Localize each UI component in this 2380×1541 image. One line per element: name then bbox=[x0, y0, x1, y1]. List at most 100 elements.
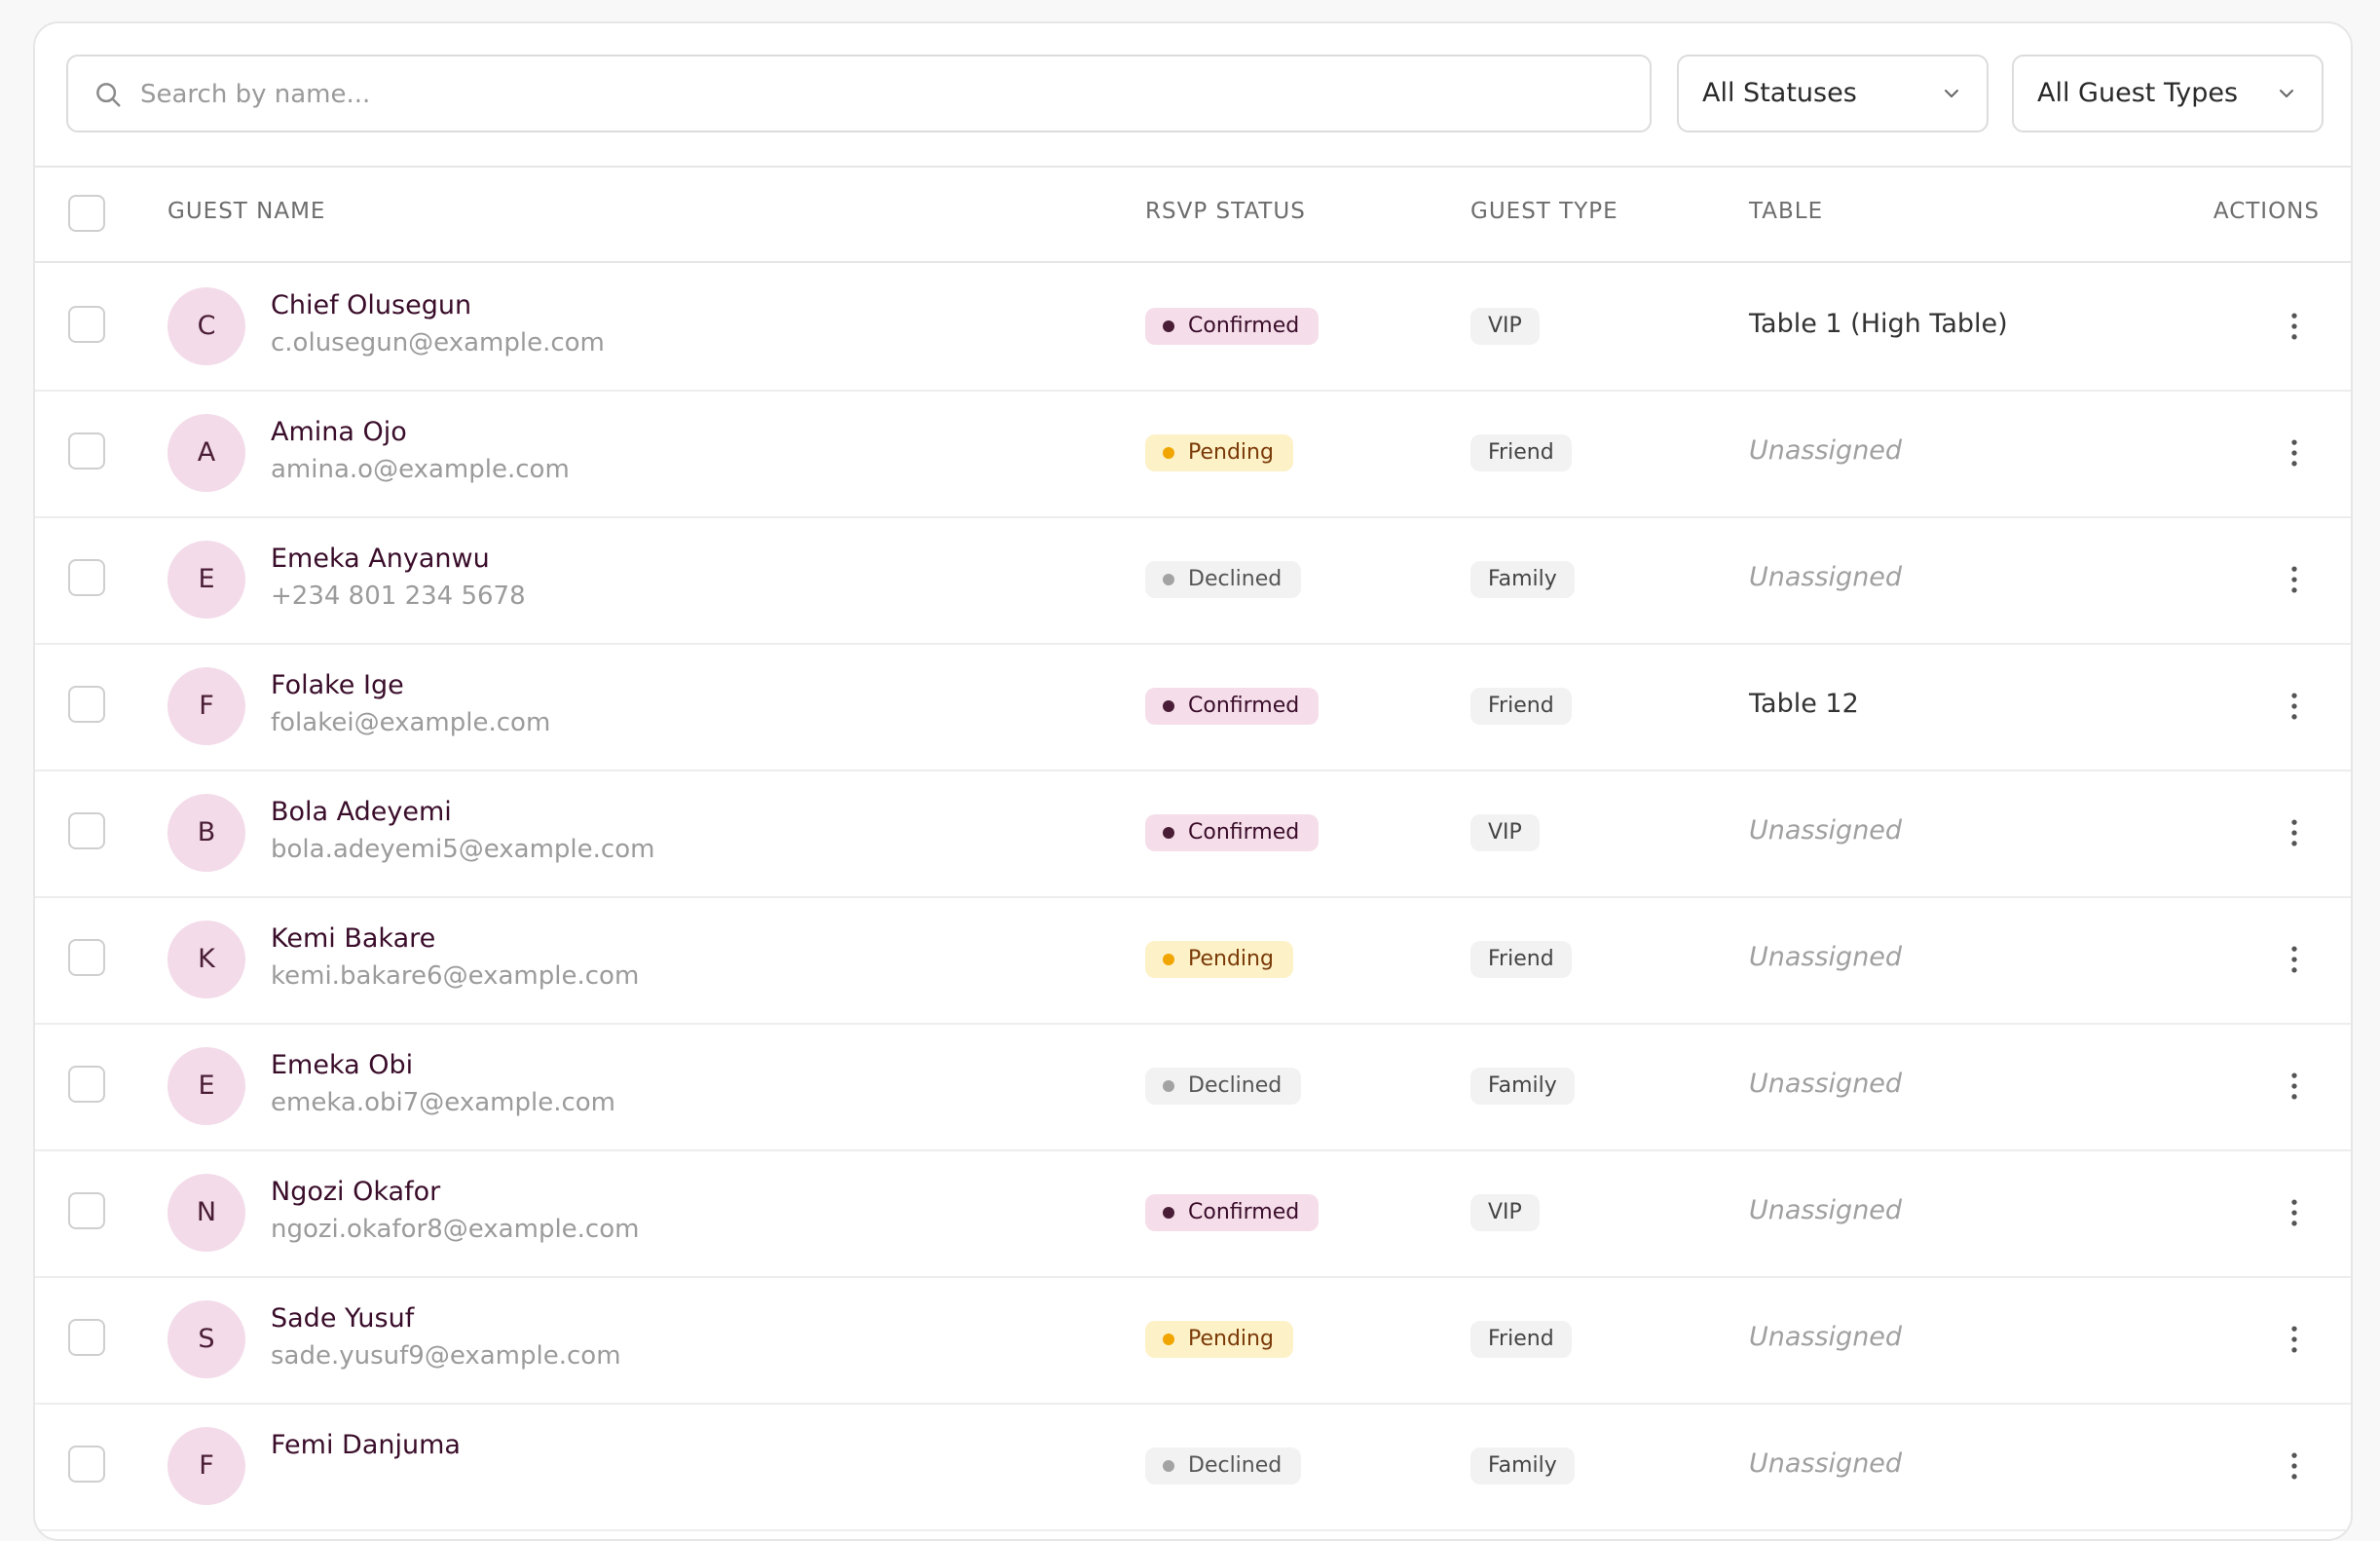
rsvp-status-label: Declined bbox=[1188, 1073, 1283, 1098]
row-checkbox[interactable] bbox=[68, 812, 105, 849]
avatar: N bbox=[167, 1174, 245, 1252]
row-actions-button[interactable] bbox=[2275, 560, 2314, 599]
row-checkbox[interactable] bbox=[68, 559, 105, 596]
guest-contact: amina.o@example.com bbox=[271, 455, 570, 484]
guest-name: Amina Ojo bbox=[271, 417, 407, 447]
row-checkbox[interactable] bbox=[68, 686, 105, 723]
guest-list-card: All Statuses All Guest Types GUEST NAME … bbox=[33, 21, 2353, 1541]
guest-name: Emeka Obi bbox=[271, 1050, 414, 1080]
table-assignment: Unassigned bbox=[1749, 815, 1903, 846]
table-assignment: Unassigned bbox=[1749, 1195, 1903, 1225]
table-assignment: Table 1 (High Table) bbox=[1749, 309, 2008, 339]
status-dot-icon bbox=[1163, 1334, 1174, 1345]
column-header-guest-name[interactable]: GUEST NAME bbox=[167, 199, 325, 224]
more-vertical-icon bbox=[2291, 566, 2297, 593]
avatar: C bbox=[167, 287, 245, 365]
rsvp-status-label: Confirmed bbox=[1188, 1200, 1300, 1224]
row-actions-button[interactable] bbox=[2275, 433, 2314, 472]
guest-name: Kemi Bakare bbox=[271, 923, 436, 954]
table-row: F Folake Ige folakei@example.com Confirm… bbox=[35, 643, 2351, 771]
status-dot-icon bbox=[1163, 1207, 1174, 1219]
rsvp-status-badge: Confirmed bbox=[1145, 1194, 1320, 1231]
status-dot-icon bbox=[1163, 1080, 1174, 1092]
row-actions-button[interactable] bbox=[2275, 813, 2314, 852]
guest-name: Emeka Anyanwu bbox=[271, 544, 490, 574]
guest-type-filter-select[interactable]: All Guest Types bbox=[2012, 55, 2324, 132]
status-dot-icon bbox=[1163, 700, 1174, 712]
rsvp-status-badge: Pending bbox=[1145, 434, 1293, 471]
guest-type-badge: Friend bbox=[1470, 941, 1572, 978]
row-actions-button[interactable] bbox=[2275, 1320, 2314, 1359]
avatar: S bbox=[167, 1300, 245, 1378]
more-vertical-icon bbox=[2291, 1199, 2297, 1226]
search-box[interactable] bbox=[66, 55, 1652, 132]
row-checkbox[interactable] bbox=[68, 1446, 105, 1483]
guest-name: Femi Danjuma bbox=[271, 1430, 461, 1460]
row-actions-button[interactable] bbox=[2275, 1193, 2314, 1232]
table-row: C Chief Olusegun c.olusegun@example.com … bbox=[35, 263, 2351, 392]
column-header-rsvp-status[interactable]: RSVP STATUS bbox=[1145, 199, 1306, 224]
guest-type-badge: Family bbox=[1470, 1447, 1575, 1485]
rsvp-status-badge: Declined bbox=[1145, 561, 1302, 598]
guest-type-badge: Friend bbox=[1470, 688, 1572, 725]
row-actions-button[interactable] bbox=[2275, 1447, 2314, 1485]
filter-toolbar: All Statuses All Guest Types bbox=[35, 23, 2351, 168]
table-row: F Femi Danjuma Declined Family Unassigne… bbox=[35, 1403, 2351, 1531]
rsvp-status-label: Confirmed bbox=[1188, 314, 1300, 338]
select-all-checkbox[interactable] bbox=[68, 195, 105, 232]
more-vertical-icon bbox=[2291, 313, 2297, 340]
avatar: B bbox=[167, 794, 245, 872]
guest-type-badge: VIP bbox=[1470, 814, 1540, 851]
more-vertical-icon bbox=[2291, 1452, 2297, 1480]
rsvp-status-badge: Pending bbox=[1145, 941, 1293, 978]
row-checkbox[interactable] bbox=[68, 1066, 105, 1103]
guest-name: Folake Ige bbox=[271, 670, 404, 700]
guest-type-filter-label: All Guest Types bbox=[2037, 78, 2239, 108]
guest-contact: ngozi.okafor8@example.com bbox=[271, 1215, 640, 1244]
rsvp-status-label: Declined bbox=[1188, 1453, 1283, 1478]
avatar: E bbox=[167, 541, 245, 619]
more-vertical-icon bbox=[2291, 439, 2297, 467]
guest-contact: emeka.obi7@example.com bbox=[271, 1088, 615, 1117]
table-assignment: Unassigned bbox=[1749, 1448, 1903, 1479]
guest-type-badge: Family bbox=[1470, 1068, 1575, 1105]
rsvp-status-label: Confirmed bbox=[1188, 820, 1300, 845]
column-header-actions: ACTIONS bbox=[2213, 199, 2320, 224]
search-input[interactable] bbox=[138, 56, 1632, 132]
rsvp-status-label: Pending bbox=[1188, 440, 1274, 465]
more-vertical-icon bbox=[2291, 819, 2297, 846]
table-assignment: Table 12 bbox=[1749, 689, 1859, 719]
row-actions-button[interactable] bbox=[2275, 687, 2314, 726]
table-row: K Kemi Bakare kemi.bakare6@example.com P… bbox=[35, 896, 2351, 1025]
row-checkbox[interactable] bbox=[68, 306, 105, 343]
rsvp-status-badge: Confirmed bbox=[1145, 308, 1320, 345]
row-actions-button[interactable] bbox=[2275, 307, 2314, 346]
avatar: F bbox=[167, 1427, 245, 1505]
row-checkbox[interactable] bbox=[68, 1192, 105, 1229]
status-filter-label: All Statuses bbox=[1702, 78, 1857, 108]
row-actions-button[interactable] bbox=[2275, 940, 2314, 979]
more-vertical-icon bbox=[2291, 1326, 2297, 1353]
row-actions-button[interactable] bbox=[2275, 1067, 2314, 1106]
guest-contact: bola.adeyemi5@example.com bbox=[271, 835, 655, 864]
row-checkbox[interactable] bbox=[68, 939, 105, 976]
column-header-table[interactable]: TABLE bbox=[1749, 199, 1823, 224]
status-dot-icon bbox=[1163, 954, 1174, 965]
guest-contact: sade.yusuf9@example.com bbox=[271, 1341, 621, 1371]
avatar: F bbox=[167, 667, 245, 745]
more-vertical-icon bbox=[2291, 946, 2297, 973]
more-vertical-icon bbox=[2291, 1072, 2297, 1100]
row-checkbox[interactable] bbox=[68, 1319, 105, 1356]
guest-contact: kemi.bakare6@example.com bbox=[271, 961, 640, 991]
status-dot-icon bbox=[1163, 827, 1174, 839]
guest-contact: +234 801 234 5678 bbox=[271, 582, 526, 611]
rsvp-status-badge: Declined bbox=[1145, 1447, 1302, 1485]
guest-name: Ngozi Okafor bbox=[271, 1177, 441, 1207]
table-assignment: Unassigned bbox=[1749, 1322, 1903, 1352]
status-filter-select[interactable]: All Statuses bbox=[1677, 55, 1989, 132]
avatar: K bbox=[167, 921, 245, 998]
table-assignment: Unassigned bbox=[1749, 562, 1903, 592]
column-header-guest-type[interactable]: GUEST TYPE bbox=[1470, 199, 1618, 224]
row-checkbox[interactable] bbox=[68, 432, 105, 470]
rsvp-status-label: Pending bbox=[1188, 947, 1274, 971]
